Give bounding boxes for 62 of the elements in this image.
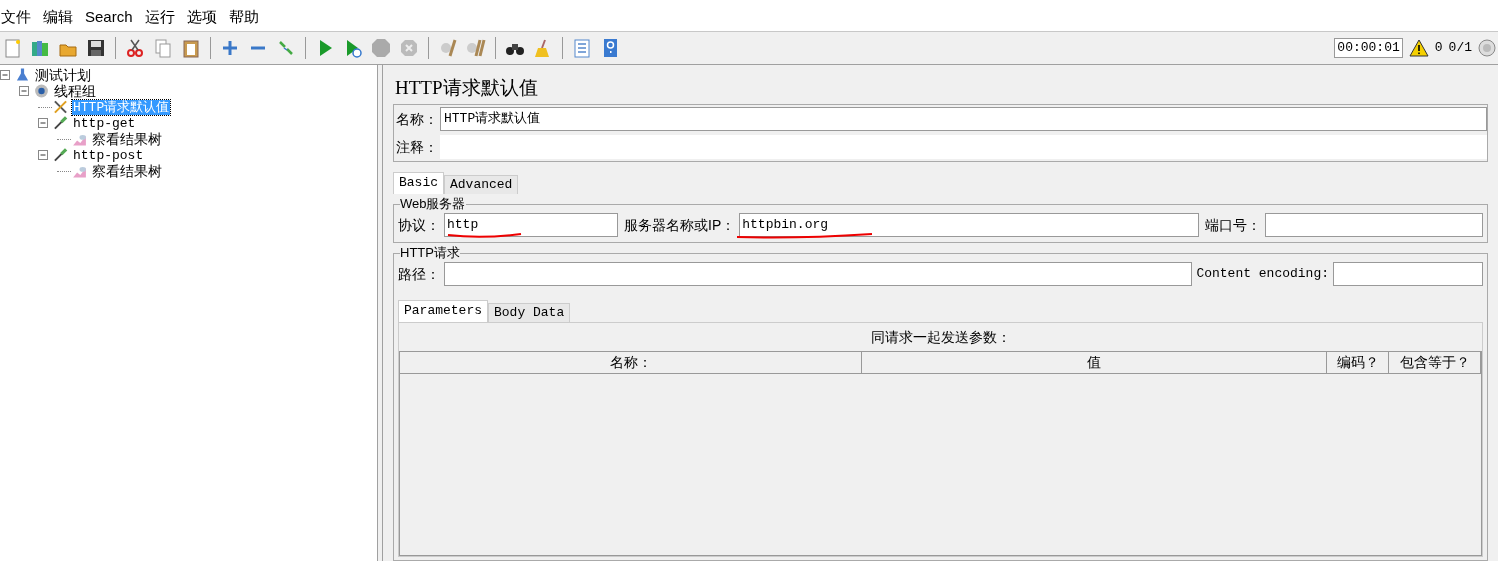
flask-icon (14, 67, 31, 83)
field-label: 路径： (398, 264, 440, 284)
field-label: Content encoding: (1196, 265, 1329, 284)
column-header: 编码？ (1327, 352, 1389, 374)
list-icon[interactable] (572, 38, 592, 58)
column-header: 名称： (400, 352, 862, 374)
table-caption: 同请求一起发送参数： (869, 328, 1012, 347)
path-field[interactable] (444, 262, 1193, 286)
tree-item[interactable]: 察看结果树 (91, 131, 163, 147)
field-label: 协议： (398, 215, 440, 235)
copy-icon[interactable] (153, 38, 173, 58)
menu-item[interactable]: 帮助 (227, 5, 260, 28)
collapse-icon[interactable] (19, 86, 29, 96)
paste-icon[interactable] (181, 38, 201, 58)
collapse-icon[interactable] (38, 118, 48, 128)
menu-item[interactable]: 文件 (0, 5, 32, 28)
pipette-icon (52, 115, 69, 131)
new-file-icon[interactable] (2, 38, 22, 58)
port-field[interactable] (1265, 213, 1483, 237)
tab[interactable]: Advanced (444, 175, 519, 194)
group-legend: HTTP请求 (400, 245, 460, 261)
tab[interactable]: Parameters (398, 300, 488, 322)
warning-icon[interactable] (1408, 39, 1429, 57)
encoding-field[interactable] (1333, 262, 1483, 286)
menu-item[interactable]: 运行 (143, 5, 176, 28)
books-icon[interactable] (30, 38, 50, 58)
menu-item[interactable]: 编辑 (42, 5, 74, 28)
wrench-icon (52, 99, 69, 115)
collapse-icon[interactable] (0, 70, 10, 80)
field-label: 服务器名称或IP： (624, 215, 736, 235)
collapse-icon[interactable] (38, 150, 48, 160)
menu-item[interactable]: Search (84, 5, 134, 28)
column-header: 值 (862, 352, 1327, 374)
pipette-icon (52, 147, 69, 163)
field-label: 端口号： (1205, 215, 1262, 235)
tree-item[interactable]: http-post (72, 147, 145, 163)
save-icon[interactable] (86, 38, 106, 58)
status-indicator-icon (1478, 39, 1496, 57)
panel-title: HTTP请求默认值 (395, 77, 539, 99)
plus-icon[interactable] (220, 38, 240, 58)
thread-count: 0/1 (1448, 39, 1472, 58)
tab[interactable]: Body Data (488, 303, 571, 322)
field-label: 注释： (396, 137, 439, 157)
tree-item[interactable]: http-get (72, 115, 137, 131)
group-legend: Web服务器 (400, 196, 466, 212)
comment-field[interactable] (440, 135, 1487, 159)
shutdown-icon[interactable] (399, 38, 419, 58)
stop-icon[interactable] (371, 38, 391, 58)
menu-item[interactable]: 选项 (185, 5, 218, 28)
tree-item[interactable]: 测试计划 (34, 67, 92, 83)
tree-item[interactable]: 线程组 (53, 83, 97, 99)
cut-icon[interactable] (125, 38, 145, 58)
gear-icon (33, 83, 50, 99)
warning-count: 0 (1434, 39, 1443, 58)
field-label: 名称： (396, 109, 439, 129)
tree-item[interactable]: 察看结果树 (91, 163, 163, 179)
protocol-field[interactable]: http (444, 213, 618, 237)
column-header: 包含等于？ (1389, 352, 1481, 374)
server-field[interactable]: httpbin.org (739, 213, 1200, 237)
tab[interactable]: Basic (393, 172, 444, 194)
name-field[interactable]: HTTP请求默认值 (440, 107, 1487, 131)
timer-display: 00:00:01 (1334, 38, 1403, 58)
